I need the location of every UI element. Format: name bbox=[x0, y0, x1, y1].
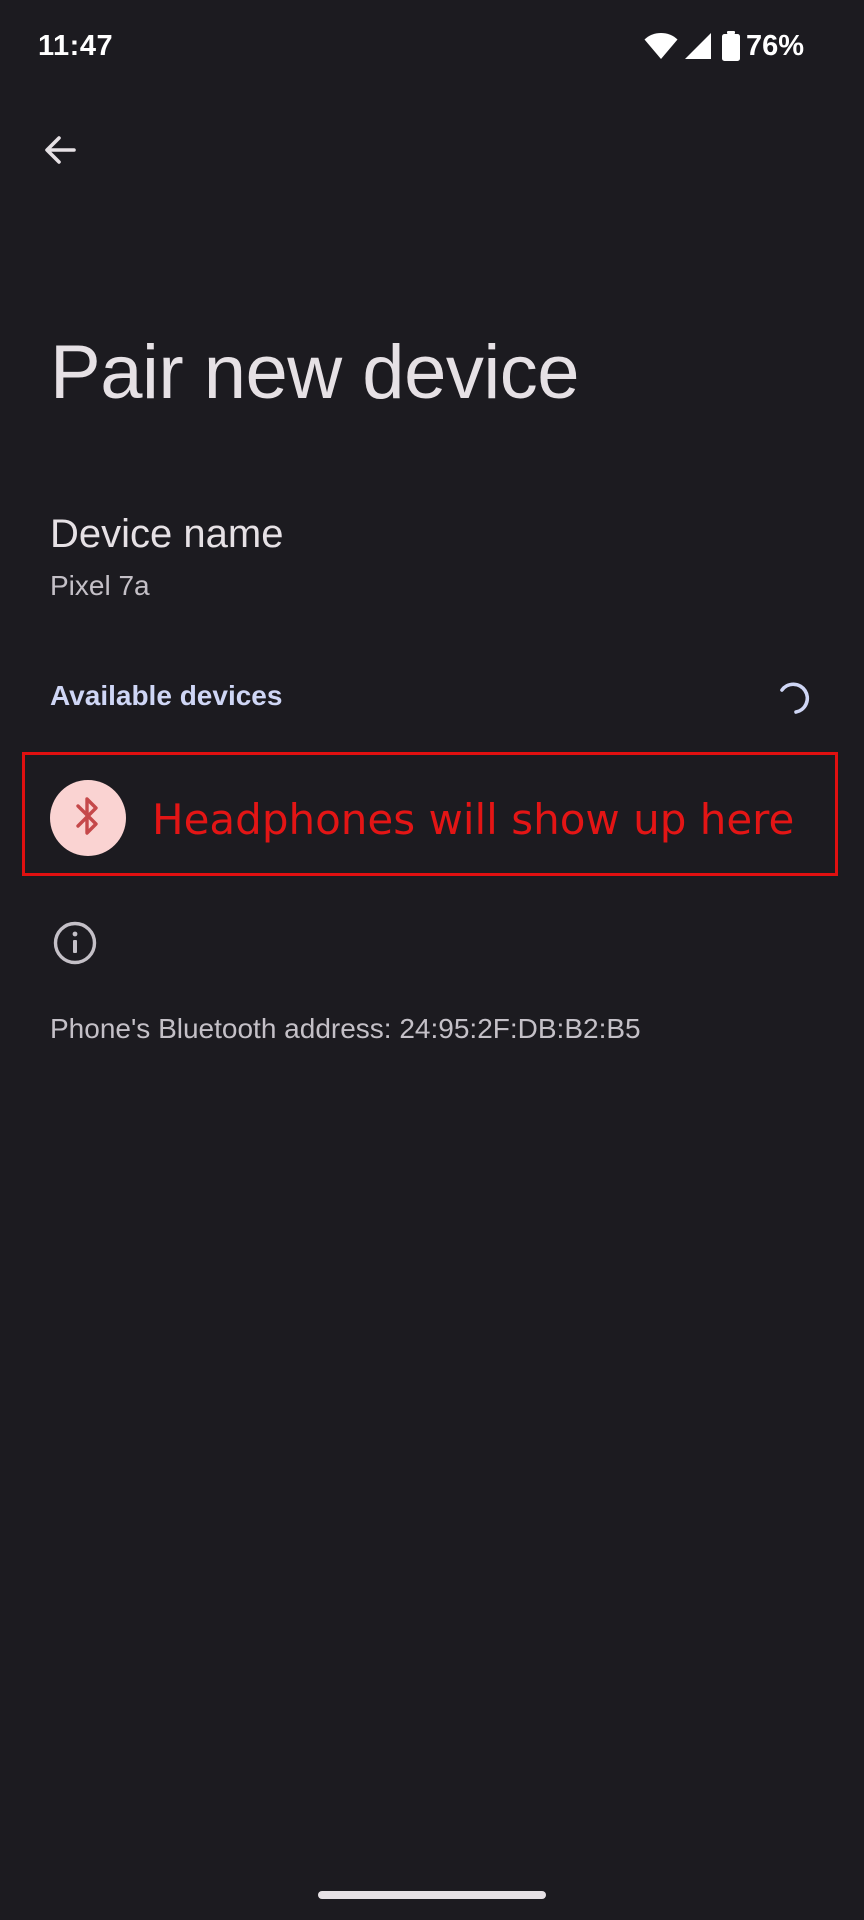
page-title: Pair new device bbox=[50, 330, 580, 415]
battery-percent: 76% bbox=[745, 29, 804, 62]
bluetooth-icon bbox=[73, 794, 103, 843]
pair-new-device-screen: 11:47 76% Pair new device Device name Pi… bbox=[0, 0, 864, 1920]
device-name-title: Device name bbox=[50, 512, 284, 556]
arrow-back-icon bbox=[42, 132, 78, 173]
status-icons: 76% bbox=[644, 28, 804, 64]
progress-spinner-icon bbox=[776, 680, 812, 716]
status-time: 11:47 bbox=[38, 30, 114, 62]
bluetooth-address-text: Phone's Bluetooth address: 24:95:2F:DB:B… bbox=[50, 1013, 641, 1044]
cellular-signal-icon bbox=[684, 32, 712, 60]
annotation-text: Headphones will show up here bbox=[152, 795, 795, 844]
battery-icon bbox=[721, 31, 740, 61]
status-bar: 11:47 76% bbox=[0, 0, 864, 96]
wifi-icon bbox=[644, 32, 678, 60]
bluetooth-device-avatar bbox=[50, 780, 126, 856]
available-devices-header: Available devices bbox=[50, 680, 283, 711]
device-name-preference[interactable]: Device name Pixel 7a bbox=[0, 500, 864, 620]
back-button[interactable] bbox=[30, 122, 90, 182]
info-icon bbox=[52, 920, 98, 966]
device-name-value: Pixel 7a bbox=[50, 570, 150, 601]
gesture-navigation-handle[interactable] bbox=[318, 1891, 546, 1899]
